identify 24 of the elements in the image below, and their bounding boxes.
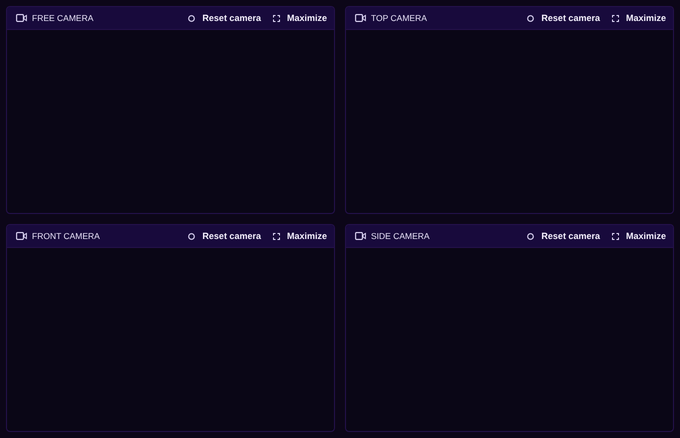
circle-icon	[527, 14, 534, 22]
maximize-icon	[272, 14, 280, 22]
reset-camera-button[interactable]: Reset camera	[188, 13, 261, 23]
maximize-button[interactable]: Maximize	[612, 13, 666, 23]
circle-icon	[527, 232, 534, 240]
reset-camera-button[interactable]: Reset camera	[527, 231, 600, 241]
video-camera-icon	[355, 232, 366, 240]
viewport-title: FREE CAMERA	[32, 13, 94, 23]
maximize-button[interactable]: Maximize	[272, 13, 327, 23]
video-camera-icon	[355, 14, 366, 22]
maximize-icon	[272, 232, 280, 240]
maximize-icon	[612, 14, 619, 22]
reset-camera-button[interactable]: Reset camera	[527, 13, 600, 23]
circle-icon	[188, 232, 196, 240]
maximize-button[interactable]: Maximize	[612, 231, 666, 241]
maximize-icon	[612, 232, 619, 240]
video-camera-icon	[16, 14, 27, 22]
maximize-button[interactable]: Maximize	[272, 231, 327, 241]
viewport-title: FRONT CAMERA	[32, 231, 100, 241]
video-camera-icon	[16, 232, 27, 240]
circle-icon	[188, 14, 196, 22]
viewport-title: TOP CAMERA	[371, 13, 427, 23]
viewport-title: SIDE CAMERA	[371, 231, 430, 241]
reset-camera-button[interactable]: Reset camera	[188, 231, 261, 241]
